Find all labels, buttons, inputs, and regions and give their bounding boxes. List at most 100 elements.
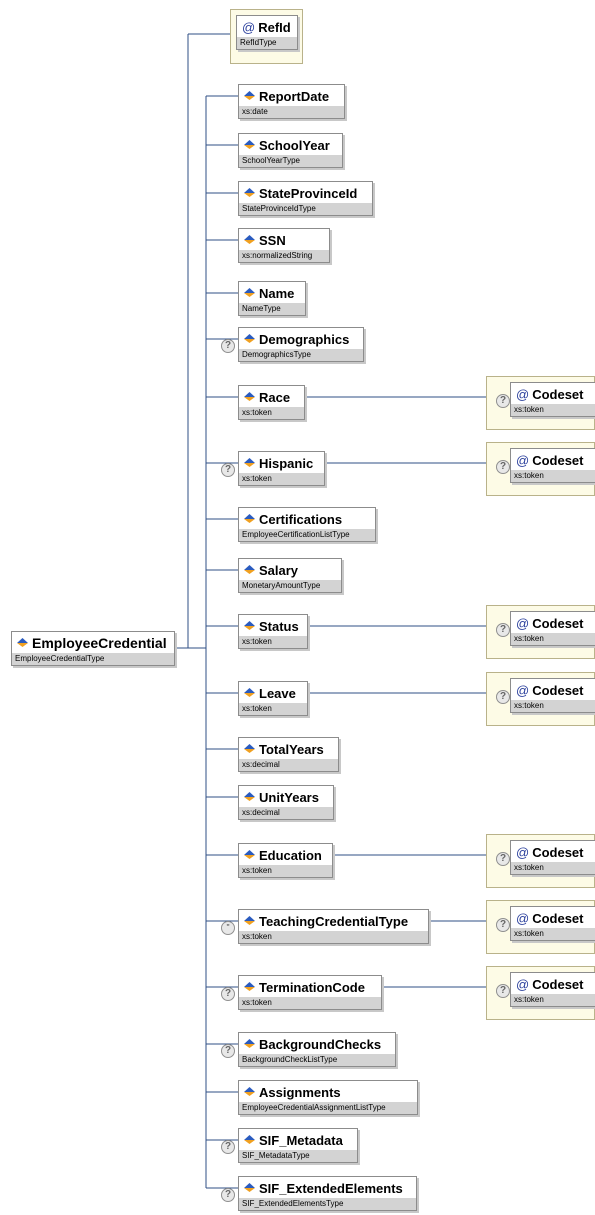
certifications-node[interactable]: Certifications EmployeeCertificationListT… bbox=[238, 507, 376, 542]
attribute-at-icon: @ bbox=[516, 615, 530, 631]
name-node[interactable]: Name NameType bbox=[238, 281, 306, 316]
question-mark-icon: ? bbox=[496, 984, 510, 998]
backgroundchecks-type: BackgroundCheckListType bbox=[239, 1054, 395, 1066]
schema-diagram: EmployeeCredential EmployeeCredentialTyp… bbox=[0, 0, 595, 1215]
question-mark-icon: ? bbox=[496, 690, 510, 704]
element-diamond-icon bbox=[244, 743, 255, 753]
refid-attribute-name: RefId bbox=[258, 19, 291, 35]
question-mark-icon: ? bbox=[221, 1188, 235, 1202]
element-diamond-icon bbox=[244, 457, 255, 467]
sif-metadata-node[interactable]: SIF_Metadata SIF_MetadataType bbox=[238, 1128, 358, 1163]
leave-type: xs:token bbox=[239, 703, 307, 715]
race-codeset-node[interactable]: @ Codeset xs:token bbox=[510, 382, 595, 417]
element-diamond-icon bbox=[244, 1134, 255, 1144]
demographics-node[interactable]: Demographics DemographicsType bbox=[238, 327, 364, 362]
schoolyear-name: SchoolYear bbox=[259, 137, 330, 153]
question-mark-icon: ? bbox=[496, 394, 510, 408]
assignments-node[interactable]: Assignments EmployeeCredentialAssignmentL… bbox=[238, 1080, 418, 1115]
ssn-node[interactable]: SSN xs:normalizedString bbox=[238, 228, 330, 263]
root-element-node[interactable]: EmployeeCredential EmployeeCredentialTyp… bbox=[11, 631, 175, 666]
status-codeset-node[interactable]: @ Codeset xs:token bbox=[510, 611, 595, 646]
education-name: Education bbox=[259, 847, 322, 863]
root-element-name: EmployeeCredential bbox=[32, 635, 167, 651]
status-type: xs:token bbox=[239, 636, 307, 648]
unityears-node[interactable]: UnitYears xs:decimal bbox=[238, 785, 334, 820]
element-diamond-icon bbox=[244, 234, 255, 244]
question-mark-icon: ? bbox=[221, 339, 235, 353]
totalyears-node[interactable]: TotalYears xs:decimal bbox=[238, 737, 339, 772]
element-diamond-icon bbox=[244, 564, 255, 574]
sif-metadata-name: SIF_Metadata bbox=[259, 1132, 343, 1148]
education-codeset-node[interactable]: @ Codeset xs:token bbox=[510, 840, 595, 875]
salary-type: MonetaryAmountType bbox=[239, 580, 341, 592]
status-name: Status bbox=[259, 618, 299, 634]
element-diamond-icon bbox=[244, 187, 255, 197]
attribute-at-icon: @ bbox=[516, 386, 530, 402]
teachingcredentialtype-type: xs:token bbox=[239, 931, 428, 943]
teachingcredentialtype-name: TeachingCredentialType bbox=[259, 913, 409, 929]
element-diamond-icon bbox=[244, 287, 255, 297]
attribute-at-icon: @ bbox=[516, 976, 530, 992]
question-mark-icon: ? bbox=[496, 852, 510, 866]
element-diamond-icon bbox=[244, 915, 255, 925]
element-diamond-icon bbox=[244, 1086, 255, 1096]
status-node[interactable]: Status xs:token bbox=[238, 614, 308, 649]
leave-codeset-name: Codeset bbox=[532, 682, 584, 698]
schoolyear-node[interactable]: SchoolYear SchoolYearType bbox=[238, 133, 343, 168]
hispanic-codeset-node[interactable]: @ Codeset xs:token bbox=[510, 448, 595, 483]
attribute-at-icon: @ bbox=[516, 452, 530, 468]
attribute-at-icon: @ bbox=[242, 19, 256, 35]
assignments-name: Assignments bbox=[259, 1084, 341, 1100]
reportdate-name: ReportDate bbox=[259, 88, 330, 104]
hispanic-name: Hispanic bbox=[259, 455, 314, 471]
race-codeset-name: Codeset bbox=[532, 386, 584, 402]
hispanic-codeset-name: Codeset bbox=[532, 452, 584, 468]
element-diamond-icon bbox=[244, 1038, 255, 1048]
terminationcode-codeset-node[interactable]: @ Codeset xs:token bbox=[510, 972, 595, 1007]
question-mark-icon: ? bbox=[496, 623, 510, 637]
reportdate-node[interactable]: ReportDate xs:date bbox=[238, 84, 345, 119]
education-node[interactable]: Education xs:token bbox=[238, 843, 333, 878]
status-codeset-name: Codeset bbox=[532, 615, 584, 631]
element-diamond-icon bbox=[244, 333, 255, 343]
stateprovinceid-node[interactable]: StateProvinceId StateProvinceIdType bbox=[238, 181, 373, 216]
leave-codeset-node[interactable]: @ Codeset xs:token bbox=[510, 678, 595, 713]
question-mark-icon: ? bbox=[496, 460, 510, 474]
name-type: NameType bbox=[239, 303, 305, 315]
education-type: xs:token bbox=[239, 865, 332, 877]
element-diamond-icon bbox=[244, 391, 255, 401]
race-node[interactable]: Race xs:token bbox=[238, 385, 305, 420]
terminationcode-type: xs:token bbox=[239, 997, 381, 1009]
status-codeset-type: xs:token bbox=[511, 633, 595, 645]
refid-attribute-node[interactable]: @ RefId RefIdType bbox=[236, 15, 298, 50]
teachingcredentialtype-codeset-type: xs:token bbox=[511, 928, 595, 940]
terminationcode-codeset-name: Codeset bbox=[532, 976, 584, 992]
sif-extendedelements-node[interactable]: SIF_ExtendedElements SIF_ExtendedElements… bbox=[238, 1176, 417, 1211]
demographics-type: DemographicsType bbox=[239, 349, 363, 361]
race-type: xs:token bbox=[239, 407, 304, 419]
element-diamond-icon bbox=[244, 1182, 255, 1192]
teachingcredentialtype-node[interactable]: TeachingCredentialType xs:token bbox=[238, 909, 429, 944]
question-mark-icon: ? bbox=[221, 463, 235, 477]
hispanic-node[interactable]: Hispanic xs:token bbox=[238, 451, 325, 486]
attribute-at-icon: @ bbox=[516, 910, 530, 926]
root-element-type: EmployeeCredentialType bbox=[12, 653, 174, 665]
ssn-type: xs:normalizedString bbox=[239, 250, 329, 262]
question-mark-icon: ? bbox=[221, 987, 235, 1001]
unityears-type: xs:decimal bbox=[239, 807, 333, 819]
assignments-type: EmployeeCredentialAssignmentListType bbox=[239, 1102, 417, 1114]
element-diamond-icon bbox=[244, 687, 255, 697]
element-diamond-icon bbox=[244, 90, 255, 100]
attribute-at-icon: @ bbox=[516, 844, 530, 860]
education-codeset-name: Codeset bbox=[532, 844, 584, 860]
element-diamond-icon bbox=[244, 981, 255, 991]
demographics-name: Demographics bbox=[259, 331, 350, 347]
unityears-name: UnitYears bbox=[259, 789, 319, 805]
teachingcredentialtype-codeset-node[interactable]: @ Codeset xs:token bbox=[510, 906, 595, 941]
terminationcode-node[interactable]: TerminationCode xs:token bbox=[238, 975, 382, 1010]
education-codeset-type: xs:token bbox=[511, 862, 595, 874]
backgroundchecks-node[interactable]: BackgroundChecks BackgroundCheckListType bbox=[238, 1032, 396, 1067]
salary-node[interactable]: Salary MonetaryAmountType bbox=[238, 558, 342, 593]
leave-node[interactable]: Leave xs:token bbox=[238, 681, 308, 716]
refid-attribute-type: RefIdType bbox=[237, 37, 297, 49]
